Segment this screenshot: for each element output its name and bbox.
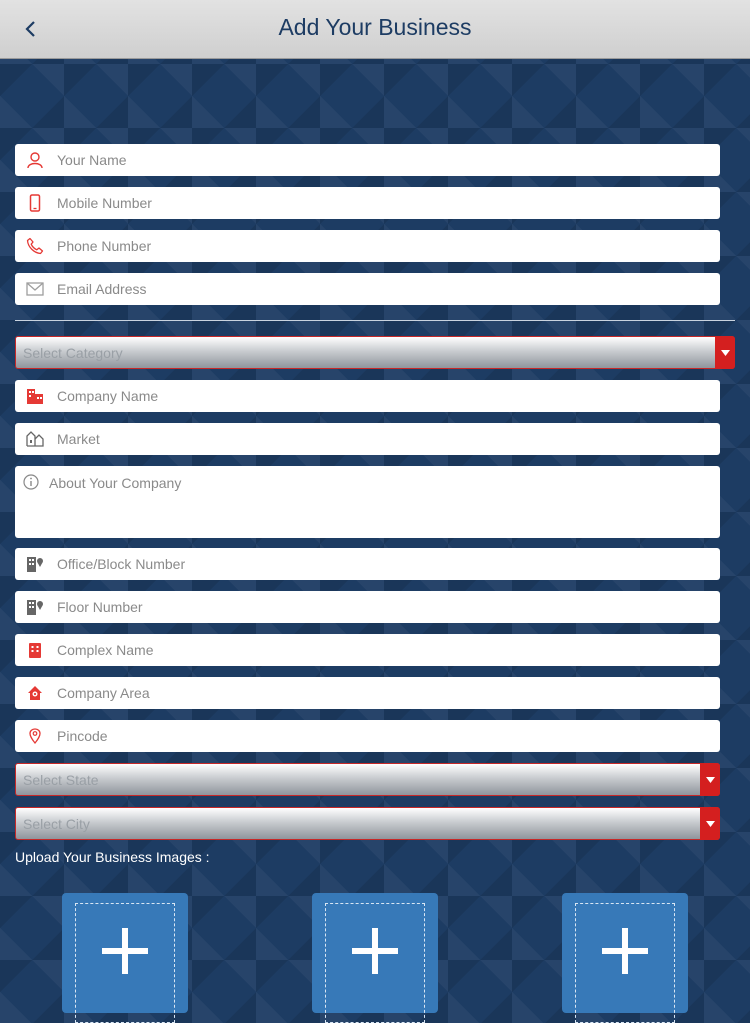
phone-icon [15,230,55,262]
dropdown-arrow-icon [715,336,735,369]
state-select[interactable]: Select State [15,763,720,796]
phone-number-input[interactable] [55,231,720,261]
mobile-icon [15,187,55,219]
phone-number-field[interactable] [15,230,720,262]
user-icon [15,144,55,176]
company-name-field[interactable] [15,380,720,412]
category-select-label: Select Category [23,345,123,361]
email-address-field[interactable] [15,273,720,305]
about-company-input[interactable] [47,466,720,539]
complex-building-icon [15,634,55,666]
office-location-icon [15,548,55,580]
add-image-button-3[interactable] [562,893,688,1023]
city-select[interactable]: Select City [15,807,720,840]
dropdown-arrow-icon [700,763,720,796]
plus-icon [352,928,398,974]
complex-name-input[interactable] [55,635,720,665]
floor-location-icon [15,591,55,623]
section-divider [15,320,735,321]
map-pin-icon [15,720,55,752]
building-icon [15,380,55,412]
floor-number-input[interactable] [55,592,720,622]
floor-number-field[interactable] [15,591,720,623]
company-area-input[interactable] [55,678,720,708]
info-icon [15,466,47,498]
upload-images-label: Upload Your Business Images : [15,849,210,865]
pincode-field[interactable] [15,720,720,752]
add-image-button-2[interactable] [312,893,438,1023]
complex-name-field[interactable] [15,634,720,666]
add-image-button-1[interactable] [62,893,188,1023]
state-select-label: Select State [23,772,99,788]
email-address-input[interactable] [55,274,720,304]
market-field[interactable] [15,423,720,455]
company-area-field[interactable] [15,677,720,709]
your-name-field[interactable] [15,144,720,176]
pincode-input[interactable] [55,721,720,751]
market-input[interactable] [55,424,720,454]
category-select[interactable]: Select Category [15,336,735,369]
envelope-icon [15,273,55,305]
plus-icon [102,928,148,974]
market-icon [15,423,55,455]
home-location-icon [15,677,55,709]
office-block-field[interactable] [15,548,720,580]
city-select-label: Select City [23,816,90,832]
nav-bar: Add Your Business [0,0,750,59]
office-block-input[interactable] [55,549,720,579]
mobile-number-field[interactable] [15,187,720,219]
your-name-input[interactable] [55,145,720,175]
page-title: Add Your Business [278,14,472,40]
dropdown-arrow-icon [700,807,720,840]
company-name-input[interactable] [55,381,720,411]
plus-icon [602,928,648,974]
about-company-field[interactable] [15,466,720,539]
mobile-number-input[interactable] [55,188,720,218]
